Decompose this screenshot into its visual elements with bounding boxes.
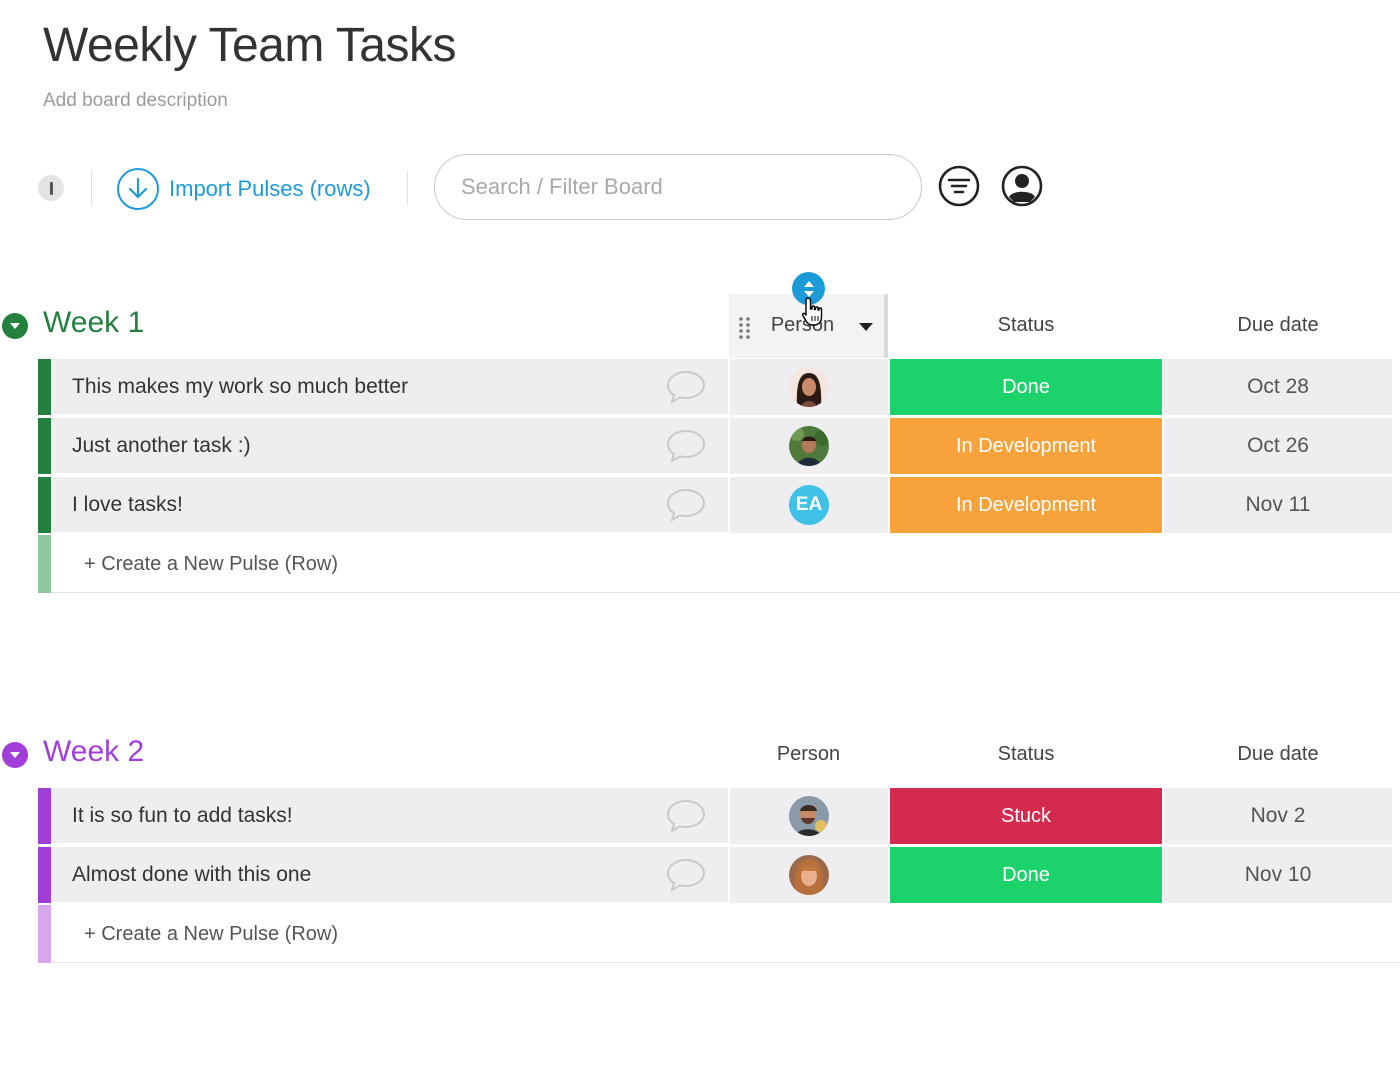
group-color-bar bbox=[38, 359, 51, 415]
due-date-cell[interactable]: Nov 2 bbox=[1164, 788, 1392, 844]
pulse-name-cell[interactable]: Almost done with this one bbox=[51, 847, 728, 903]
create-pulse-button[interactable]: + Create a New Pulse (Row) bbox=[84, 923, 338, 946]
board-title[interactable]: Weekly Team Tasks bbox=[43, 18, 457, 73]
due-date-cell[interactable]: Nov 10 bbox=[1164, 847, 1392, 903]
group-collapse-icon[interactable] bbox=[2, 742, 28, 768]
sort-icon[interactable] bbox=[792, 272, 825, 305]
status-cell[interactable]: In Development bbox=[890, 477, 1162, 533]
create-pulse-row[interactable]: + Create a New Pulse (Row) bbox=[38, 535, 1400, 593]
person-cell[interactable] bbox=[730, 847, 888, 903]
pulse-name-cell[interactable]: Just another task :) bbox=[51, 418, 728, 474]
import-pulses-label: Import Pulses (rows) bbox=[169, 176, 371, 201]
status-cell[interactable]: Done bbox=[890, 847, 1162, 903]
chevron-down-icon[interactable] bbox=[858, 320, 874, 338]
create-pulse-button[interactable]: + Create a New Pulse (Row) bbox=[84, 553, 338, 576]
due-date-cell[interactable]: Nov 11 bbox=[1164, 477, 1392, 533]
person-cell[interactable] bbox=[730, 359, 888, 415]
group-title[interactable]: Week 2 bbox=[43, 735, 144, 769]
group-color-bar bbox=[38, 418, 51, 474]
avatar[interactable] bbox=[789, 426, 829, 466]
download-icon bbox=[117, 168, 159, 210]
column-header-person[interactable]: Person bbox=[729, 743, 888, 766]
group-collapse-icon[interactable] bbox=[2, 313, 28, 339]
group-color-bar bbox=[38, 477, 51, 533]
group-color-bar bbox=[38, 847, 51, 903]
avatar[interactable] bbox=[789, 796, 829, 836]
avatar-initials[interactable]: EA bbox=[789, 485, 829, 525]
comment-icon[interactable] bbox=[664, 369, 708, 405]
status-cell[interactable]: Done bbox=[890, 359, 1162, 415]
column-header-due-date[interactable]: Due date bbox=[1164, 743, 1392, 766]
column-header-status[interactable]: Status bbox=[890, 743, 1162, 766]
pulse-name-cell[interactable]: I love tasks! bbox=[51, 477, 728, 533]
drag-handle-icon[interactable] bbox=[738, 316, 752, 340]
toolbar-divider bbox=[407, 170, 408, 206]
pulse-name[interactable]: Almost done with this one bbox=[72, 863, 311, 887]
table-row[interactable]: It is so fun to add tasks! Stuck Nov 2 bbox=[38, 788, 1400, 844]
due-date-cell[interactable]: Oct 26 bbox=[1164, 418, 1392, 474]
column-header-status[interactable]: Status bbox=[890, 314, 1162, 337]
comment-icon[interactable] bbox=[664, 798, 708, 834]
table-row[interactable]: I love tasks! EA In Development Nov 11 bbox=[38, 477, 1400, 533]
status-cell[interactable]: In Development bbox=[890, 418, 1162, 474]
due-date-cell[interactable]: Oct 28 bbox=[1164, 359, 1392, 415]
board-description[interactable]: Add board description bbox=[43, 90, 228, 112]
table-row[interactable]: Almost done with this one Done Nov 10 bbox=[38, 847, 1400, 903]
person-cell[interactable] bbox=[730, 418, 888, 474]
avatar[interactable] bbox=[789, 855, 829, 895]
group-color-bar bbox=[38, 905, 51, 963]
pulse-name-cell[interactable]: It is so fun to add tasks! bbox=[51, 788, 728, 844]
pulse-name[interactable]: It is so fun to add tasks! bbox=[72, 804, 293, 828]
search-filter-input[interactable] bbox=[434, 154, 922, 220]
info-icon[interactable] bbox=[38, 175, 64, 201]
import-pulses-button[interactable]: Import Pulses (rows) bbox=[117, 167, 371, 211]
toolbar-divider bbox=[91, 170, 92, 206]
person-filter-icon[interactable] bbox=[1000, 164, 1044, 208]
pulse-name[interactable]: I love tasks! bbox=[72, 493, 183, 517]
group-color-bar bbox=[38, 788, 51, 844]
group-title[interactable]: Week 1 bbox=[43, 306, 144, 340]
group-header-week-2: Week 2 Person Status Due date bbox=[0, 723, 1400, 787]
avatar[interactable] bbox=[789, 367, 829, 407]
pulse-name[interactable]: This makes my work so much better bbox=[72, 375, 408, 399]
table-row[interactable]: This makes my work so much better Done O… bbox=[38, 359, 1400, 415]
create-pulse-row[interactable]: + Create a New Pulse (Row) bbox=[38, 905, 1400, 963]
person-cell[interactable]: EA bbox=[730, 477, 888, 533]
group-color-bar bbox=[38, 535, 51, 593]
status-cell[interactable]: Stuck bbox=[890, 788, 1162, 844]
table-row[interactable]: Just another task :) In Development Oct … bbox=[38, 418, 1400, 474]
pulse-name-cell[interactable]: This makes my work so much better bbox=[51, 359, 728, 415]
column-header-due-date[interactable]: Due date bbox=[1164, 314, 1392, 337]
comment-icon[interactable] bbox=[664, 487, 708, 523]
comment-icon[interactable] bbox=[664, 428, 708, 464]
comment-icon[interactable] bbox=[664, 857, 708, 893]
pulse-name[interactable]: Just another task :) bbox=[72, 434, 251, 458]
filter-icon[interactable] bbox=[937, 164, 981, 208]
person-cell[interactable] bbox=[730, 788, 888, 844]
group-header-week-1: Week 1 Person Status Due date bbox=[0, 294, 1400, 358]
